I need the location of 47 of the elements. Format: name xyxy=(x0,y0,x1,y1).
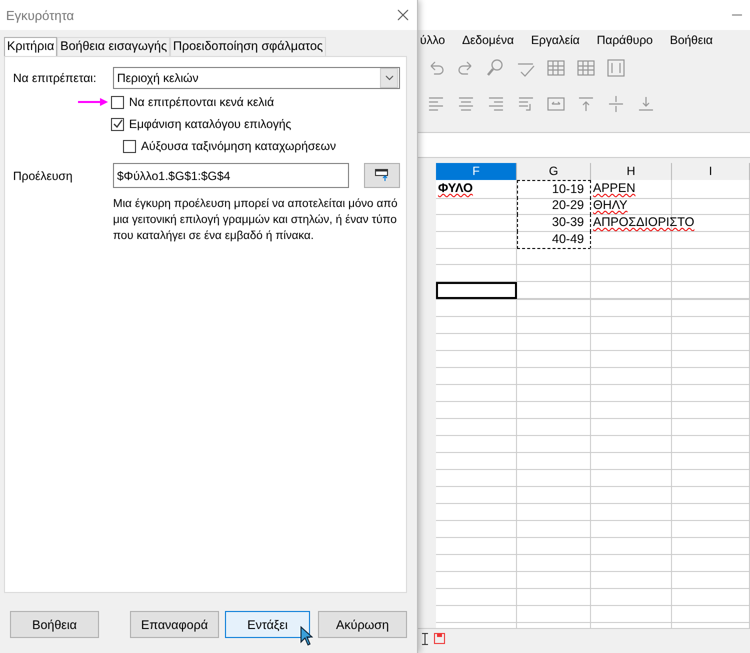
shrink-button[interactable] xyxy=(364,163,400,188)
allow-dropdown[interactable]: Περιοχή κελιών xyxy=(113,67,400,89)
shrink-icon xyxy=(375,169,390,182)
menu-item[interactable]: Βοήθεια xyxy=(670,33,713,47)
menu-item[interactable]: Δεδομένα xyxy=(462,33,514,47)
tab[interactable]: Προειδοποίηση σφάλματος xyxy=(170,37,326,56)
hint-text: Μια έγκυρη προέλευση μπορεί να αποτελείται μόνο από μια γειτονική επιλογή γραμμών και στηλών, ή έναν τύπο που καταλήγει σε ένα εμβαδό ή πίνακα. xyxy=(113,197,399,244)
cell-text: ΑΡΡΕΝ xyxy=(593,181,636,195)
cell-text: 30-39 xyxy=(552,215,584,229)
close-icon[interactable] xyxy=(397,9,409,21)
caret-icon xyxy=(384,75,394,81)
cell-text: ΦΥΛΟ xyxy=(438,181,473,195)
column-header[interactable]: F xyxy=(436,163,517,181)
window-title: Εγκυρότητα xyxy=(6,8,74,22)
checkbox-label[interactable]: Να επιτρέπονται κενά κελιά xyxy=(129,95,274,109)
cell-text: ΘΗΛΥ xyxy=(593,198,628,212)
menu-item[interactable]: Εργαλεία xyxy=(530,33,580,47)
dialog-button[interactable]: Επαναφορά xyxy=(130,611,219,638)
minimize-icon[interactable] xyxy=(732,14,742,16)
cell-text: 40-49 xyxy=(552,232,584,246)
column-header[interactable]: I xyxy=(672,163,750,181)
checkbox[interactable] xyxy=(111,118,124,130)
text-cursor-icon xyxy=(422,632,428,644)
cell-text: 20-29 xyxy=(552,198,584,212)
cell-text: 10-19 xyxy=(552,182,584,196)
tab[interactable]: Κριτήρια xyxy=(4,37,58,56)
dialog-button[interactable]: Βοήθεια xyxy=(10,611,99,638)
column-header[interactable]: G xyxy=(517,163,591,181)
field-label: Να επιτρέπεται: xyxy=(12,71,98,85)
table-icon[interactable] xyxy=(576,58,596,78)
dialog-button[interactable]: Ακύρωση xyxy=(318,611,407,638)
source-field[interactable]: $Φύλλο1.$G$1:$G$4 xyxy=(113,163,350,188)
save-icon[interactable] xyxy=(434,633,445,644)
checkbox-label[interactable]: Εμφάνιση καταλόγου επιλογής xyxy=(129,117,292,131)
table-icon[interactable] xyxy=(546,58,566,78)
cursor-icon xyxy=(300,626,313,646)
column-header[interactable]: H xyxy=(591,163,672,181)
checkbox-label[interactable]: Αύξουσα ταξινόμηση καταχωρήσεων xyxy=(141,139,336,153)
field-label: Προέλευση xyxy=(12,168,74,182)
formula-bar[interactable] xyxy=(418,132,750,158)
cell-text: ΑΠΡΟΣΔΙΟΡΙΣΤΟ xyxy=(593,215,694,229)
align-middle-icon[interactable] xyxy=(606,94,626,114)
menu-item[interactable]: ύλλο xyxy=(420,33,446,47)
menu-item[interactable]: Παράθυρο xyxy=(596,33,653,47)
checkbox[interactable] xyxy=(111,96,124,108)
tab[interactable]: Βοήθεια εισαγωγής xyxy=(57,37,170,56)
checkbox[interactable] xyxy=(123,140,136,152)
